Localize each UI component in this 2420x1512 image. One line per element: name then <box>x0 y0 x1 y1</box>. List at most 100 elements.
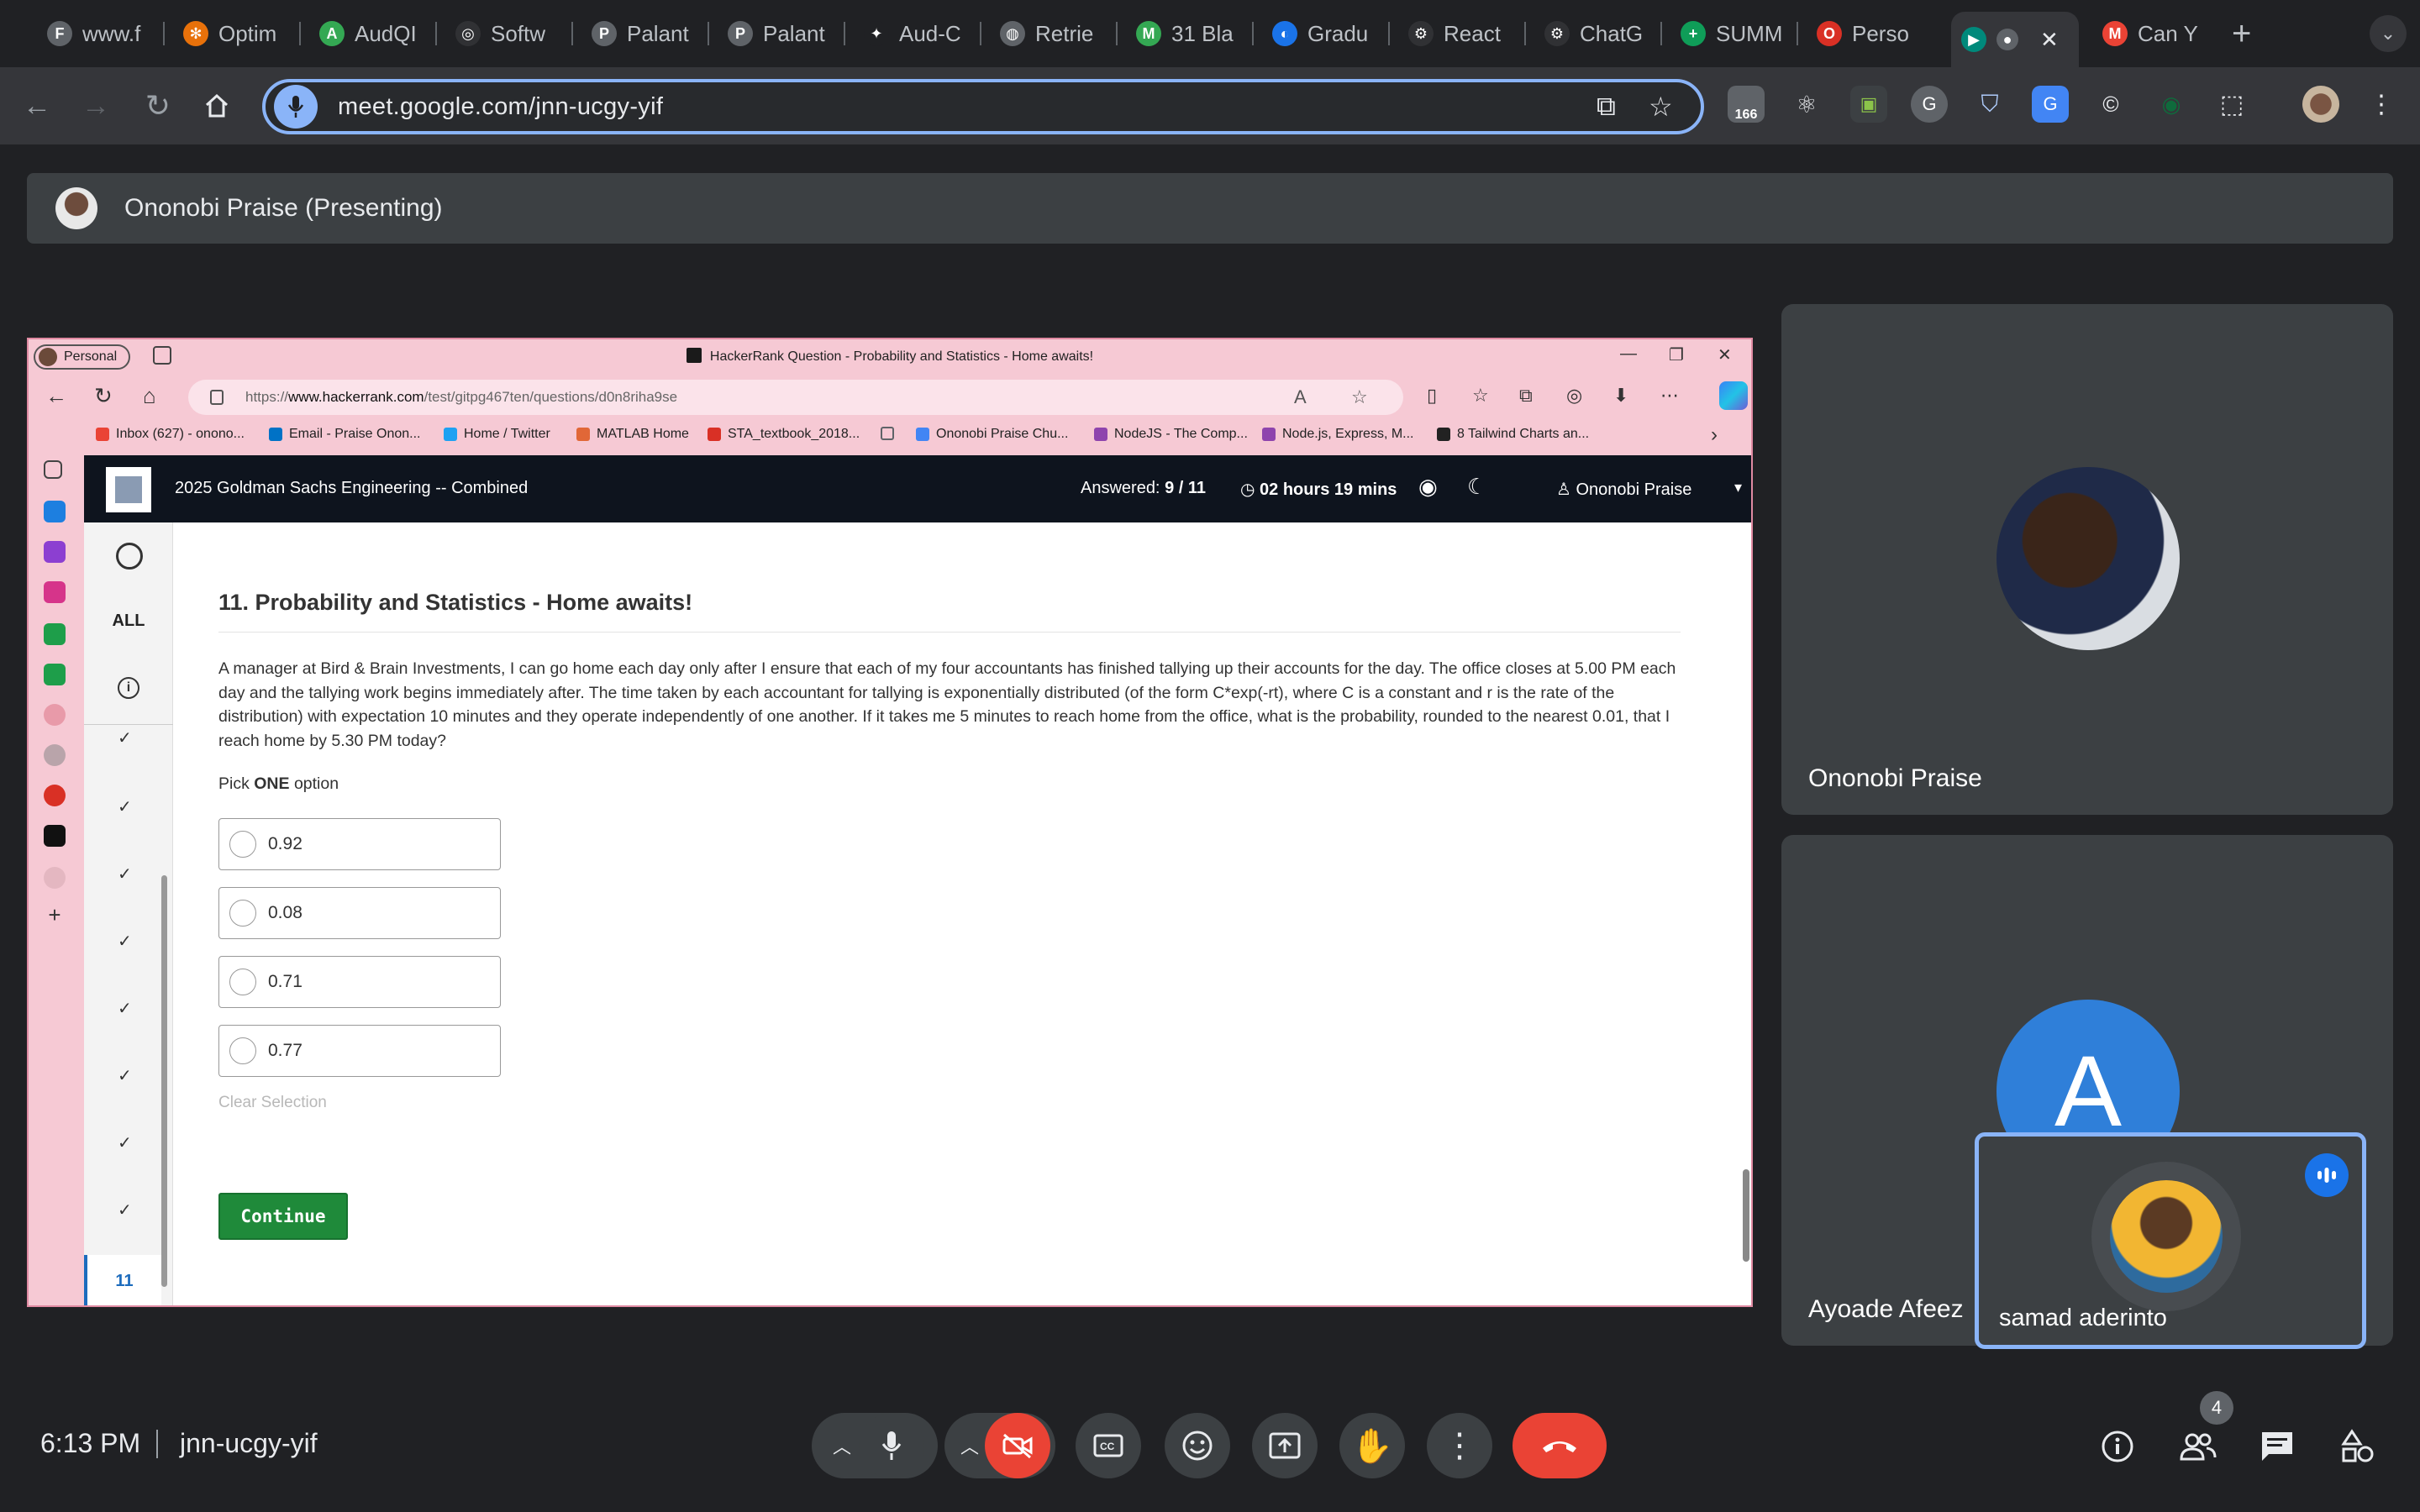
sidebar-app-icon[interactable] <box>44 581 66 603</box>
radio-button[interactable] <box>229 1037 256 1064</box>
add-icon[interactable]: + <box>44 904 66 926</box>
microphone-icon[interactable] <box>274 85 318 129</box>
participant-tile[interactable]: Ononobi Praise <box>1781 304 2393 815</box>
bookmark-item[interactable]: Inbox (627) - onono... <box>96 427 245 442</box>
continue-button[interactable]: Continue <box>218 1193 348 1240</box>
tab-search-icon[interactable]: ⌄ <box>2370 15 2407 52</box>
home-icon[interactable]: ⌂ <box>143 383 156 409</box>
home-icon[interactable] <box>197 86 237 126</box>
answered-check-icon[interactable]: ✓ <box>118 1132 132 1153</box>
sidebar-app-icon[interactable] <box>44 704 66 726</box>
reload-icon[interactable]: ↻ <box>138 86 178 126</box>
browser-tab[interactable]: ⚙ ChatG <box>1534 12 1662 55</box>
answered-check-icon[interactable]: ✓ <box>118 931 132 952</box>
browser-tab[interactable]: O Perso <box>1807 12 1934 55</box>
info-icon[interactable]: i <box>118 677 139 699</box>
sidebar-app-icon[interactable] <box>44 664 66 685</box>
meeting-details-icon[interactable] <box>2096 1425 2139 1468</box>
camera-off-icon[interactable] <box>985 1413 1050 1478</box>
microphone-icon[interactable] <box>859 1413 924 1478</box>
favorites-icon[interactable]: ☆ <box>1472 385 1489 407</box>
sidebar-app-icon[interactable] <box>44 541 66 563</box>
reactions-button[interactable] <box>1165 1413 1230 1478</box>
open-in-new-icon[interactable]: ⧉ <box>1597 91 1616 123</box>
chevron-right-icon[interactable]: › <box>1711 423 1718 447</box>
react-devtools-icon[interactable]: ⚛ <box>1788 86 1825 123</box>
answer-option[interactable]: 0.77 <box>218 1025 501 1077</box>
reload-icon[interactable]: ↻ <box>94 383 113 409</box>
read-aloud-icon[interactable]: A <box>1294 386 1307 408</box>
answered-check-icon[interactable]: ✓ <box>118 1200 132 1221</box>
grammarly-icon[interactable]: G <box>1911 86 1948 123</box>
leave-call-button[interactable] <box>1512 1413 1607 1478</box>
current-question-item[interactable]: 11 <box>84 1255 161 1305</box>
browser-tab[interactable]: + SUMM <box>1670 12 1798 55</box>
answered-check-icon[interactable]: ✓ <box>118 1065 132 1086</box>
minimize-icon[interactable]: — <box>1620 344 1637 364</box>
dark-mode-icon[interactable]: ☾ <box>1467 474 1486 500</box>
collections-icon[interactable]: ⧉ <box>1519 385 1533 407</box>
split-screen-icon[interactable]: ▯ <box>1427 385 1437 407</box>
chat-icon[interactable] <box>2255 1425 2299 1468</box>
browser-tab[interactable]: ⚙ React <box>1398 12 1526 55</box>
bookmark-item[interactable]: STA_textbook_2018... <box>708 427 860 442</box>
browser-tab[interactable]: F www.f <box>37 12 165 55</box>
answered-check-icon[interactable]: ✓ <box>118 727 132 748</box>
forward-icon[interactable]: → <box>76 86 116 126</box>
bookmark-item[interactable]: Email - Praise Onon... <box>269 427 421 442</box>
extension-badge-icon[interactable]: 166 <box>1728 86 1765 123</box>
extension-icon[interactable]: ▣ <box>1850 86 1887 123</box>
radio-button[interactable] <box>229 900 256 927</box>
page-scrollbar[interactable] <box>1743 1169 1749 1262</box>
answered-check-icon[interactable]: ✓ <box>118 864 132 885</box>
answer-option[interactable]: 0.08 <box>218 887 501 939</box>
user-menu[interactable]: ♙ Ononobi Praise <box>1556 479 1691 500</box>
answer-option[interactable]: 0.71 <box>218 956 501 1008</box>
browser-tab[interactable]: A AudQI <box>309 12 437 55</box>
sidebar-app-icon[interactable] <box>44 785 66 806</box>
present-button[interactable] <box>1252 1413 1318 1478</box>
more-menu-icon[interactable]: ⋮ <box>2363 86 2400 123</box>
extension-icon[interactable]: ◉ <box>2153 86 2190 123</box>
radio-button[interactable] <box>229 969 256 995</box>
hackerrank-sidebar-icon[interactable] <box>44 825 66 847</box>
more-options-button[interactable]: ⋮ <box>1427 1413 1492 1478</box>
microphone-control[interactable]: ︿ <box>812 1413 938 1478</box>
self-view-tile[interactable]: samad aderinto <box>1975 1132 2366 1349</box>
chevron-up-icon[interactable]: ︿ <box>827 1432 857 1459</box>
profile-avatar[interactable] <box>2302 86 2339 123</box>
activities-icon[interactable] <box>2336 1425 2380 1468</box>
close-window-icon[interactable]: ✕ <box>1718 344 1732 365</box>
browser-tab[interactable]: ◍ Retrie <box>990 12 1118 55</box>
new-tab-icon[interactable]: + <box>2232 15 2251 53</box>
all-questions-tab[interactable]: ALL <box>84 612 173 631</box>
browser-tab[interactable]: P Palant <box>581 12 709 55</box>
bookmark-item[interactable]: MATLAB Home <box>576 427 689 442</box>
tab-actions-icon[interactable] <box>44 460 62 479</box>
extension-c-icon[interactable]: © <box>2092 86 2129 123</box>
browser-tab[interactable]: ✦ Aud-C <box>854 12 981 55</box>
sidebar-app-icon[interactable] <box>44 867 66 889</box>
translate-icon[interactable]: G <box>2032 86 2069 123</box>
clear-selection-link[interactable]: Clear Selection <box>218 1094 327 1112</box>
compass-icon[interactable] <box>116 543 143 570</box>
browser-tab[interactable]: ◎ Softw <box>445 12 573 55</box>
close-tab-icon[interactable]: ✕ <box>2040 27 2059 53</box>
sidebar-app-icon[interactable] <box>44 623 66 645</box>
address-bar[interactable]: meet.google.com/jnn-ucgy-yif ⧉ ☆ <box>262 79 1704 134</box>
camera-control[interactable]: ︿ <box>944 1413 1055 1478</box>
people-icon[interactable] <box>2176 1425 2220 1468</box>
sidebar-app-icon[interactable] <box>44 501 66 522</box>
back-icon[interactable]: ← <box>45 383 67 409</box>
puzzle-extensions-icon[interactable]: ⬚ <box>2213 86 2250 123</box>
bookmark-star-icon[interactable]: ☆ <box>1649 91 1673 123</box>
browser-tab-active[interactable]: ▶ ● ✕ <box>1951 12 2079 67</box>
more-menu-icon[interactable]: ⋯ <box>1660 385 1679 407</box>
bookmark-item[interactable]: NodeJS - The Comp... <box>1094 427 1248 442</box>
downloads-icon[interactable]: ⬇ <box>1613 385 1628 407</box>
bookmark-item[interactable] <box>881 427 901 440</box>
bookmark-item[interactable]: Home / Twitter <box>444 427 550 442</box>
restore-icon[interactable]: ❐ <box>1669 344 1684 365</box>
copilot-icon[interactable] <box>1719 381 1748 410</box>
browser-tab[interactable]: M 31 Bla <box>1126 12 1254 55</box>
